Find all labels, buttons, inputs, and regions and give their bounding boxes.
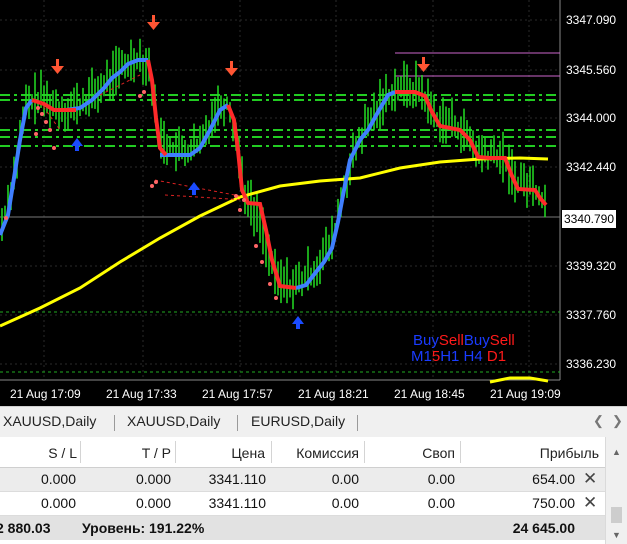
column-divider — [80, 441, 81, 463]
time-tick: 21 Aug 17:57 — [202, 387, 273, 401]
cell-tp: 0.000 — [135, 495, 171, 511]
time-tick: 21 Aug 17:33 — [106, 387, 177, 401]
price-chart[interactable]: 3347.090 3345.560 3344.000 3342.440 3340… — [0, 0, 627, 406]
chart-grid — [0, 0, 560, 380]
table-scrollbar[interactable]: ▲ ▼ — [605, 437, 627, 544]
cell-swap: 0.00 — [427, 495, 455, 511]
indicator-text: H4 — [463, 348, 483, 365]
trade-table: S / L T / P Цена Комиссия Своп Прибыль 0… — [0, 437, 627, 544]
tab-xauusd-daily-1[interactable]: XAUUSD,Daily — [3, 413, 96, 429]
scroll-down-icon[interactable]: ▼ — [612, 530, 621, 540]
price-tick: 3347.090 — [566, 13, 617, 27]
current-price-label: 3340.790 — [562, 210, 616, 228]
level-label: Уровень: — [82, 520, 146, 536]
scroll-up-icon[interactable]: ▲ — [612, 447, 621, 457]
tab-xauusd-daily-2[interactable]: XAUUSD,Daily — [127, 413, 220, 429]
tab-divider — [237, 415, 238, 431]
cell-commission: 0.00 — [331, 495, 359, 511]
cell-profit: 750.00 — [532, 495, 575, 511]
column-divider — [175, 441, 176, 463]
indicator-text: D1 — [486, 348, 507, 365]
total-profit: 24 645.00 — [512, 520, 575, 536]
column-header-commission[interactable]: Комиссия — [296, 445, 359, 461]
column-divider — [364, 441, 365, 463]
cell-price: 3341.110 — [208, 471, 266, 487]
price-tick: 3339.320 — [566, 259, 617, 273]
chart-tabs: XAUUSD,Daily XAUUSD,Daily EURUSD,Daily ❮… — [0, 406, 627, 438]
tab-scroll-right-icon[interactable]: ❯ — [612, 413, 623, 429]
table-row[interactable]: 0.000 0.000 3341.110 0.00 0.00 750.00 ✕ — [0, 492, 605, 516]
cell-tp: 0.000 — [135, 471, 171, 487]
column-header-sl[interactable]: S / L — [48, 445, 77, 461]
price-tick: 3337.760 — [566, 308, 617, 322]
indicator-text: M1 — [411, 348, 432, 365]
cell-price: 3341.110 — [208, 495, 266, 511]
cell-profit: 654.00 — [532, 471, 575, 487]
tab-eurusd-daily[interactable]: EURUSD,Daily — [251, 413, 345, 429]
balance-fragment: 2 880.03 — [0, 520, 51, 536]
column-header-tp[interactable]: T / P — [142, 445, 171, 461]
tab-divider — [357, 415, 358, 431]
scroll-thumb[interactable] — [611, 507, 622, 523]
time-tick: 21 Aug 19:09 — [490, 387, 561, 401]
table-header: S / L T / P Цена Комиссия Своп Прибыль — [0, 437, 605, 468]
indicator-text: Sell — [489, 332, 515, 349]
price-tick: 3342.440 — [566, 160, 617, 174]
table-row[interactable]: 0.000 0.000 3341.110 0.00 0.00 654.00 ✕ — [0, 468, 605, 492]
indicator-text: H1 — [440, 348, 460, 365]
column-header-price[interactable]: Цена — [231, 445, 265, 461]
column-header-profit[interactable]: Прибыль — [540, 445, 599, 461]
account-summary-row: 2 880.03 Уровень: 191.22% 24 645.00 — [0, 516, 605, 540]
time-tick: 21 Aug 17:09 — [10, 387, 81, 401]
buysell-indicator-label: BuySellBuySell M15H1 H4 D1 — [411, 332, 515, 365]
tab-divider — [114, 415, 115, 431]
column-header-swap[interactable]: Своп — [422, 445, 455, 461]
tab-scroll-left-icon[interactable]: ❮ — [593, 413, 604, 429]
time-tick: 21 Aug 18:21 — [298, 387, 369, 401]
time-tick: 21 Aug 18:45 — [394, 387, 465, 401]
indicator-text: Sell — [438, 332, 464, 349]
cell-sl: 0.000 — [40, 495, 76, 511]
close-position-icon[interactable]: ✕ — [583, 493, 597, 513]
price-tick: 3344.000 — [566, 111, 617, 125]
price-tick: 3345.560 — [566, 63, 617, 77]
level-value: 191.22% — [149, 520, 205, 536]
price-tick: 3336.230 — [566, 357, 617, 371]
indicator-text: 5 — [431, 348, 441, 365]
indicator-text: Buy — [463, 332, 490, 349]
column-divider — [460, 441, 461, 463]
cell-sl: 0.000 — [40, 471, 76, 487]
indicator-text: Buy — [413, 332, 439, 349]
level-lines — [0, 52, 560, 373]
cell-swap: 0.00 — [427, 471, 455, 487]
moving-average-line — [0, 156, 549, 328]
trade-markers — [4, 90, 278, 300]
close-position-icon[interactable]: ✕ — [583, 469, 597, 489]
column-divider — [271, 441, 272, 463]
chart-canvas[interactable] — [0, 0, 627, 406]
cell-commission: 0.00 — [331, 471, 359, 487]
